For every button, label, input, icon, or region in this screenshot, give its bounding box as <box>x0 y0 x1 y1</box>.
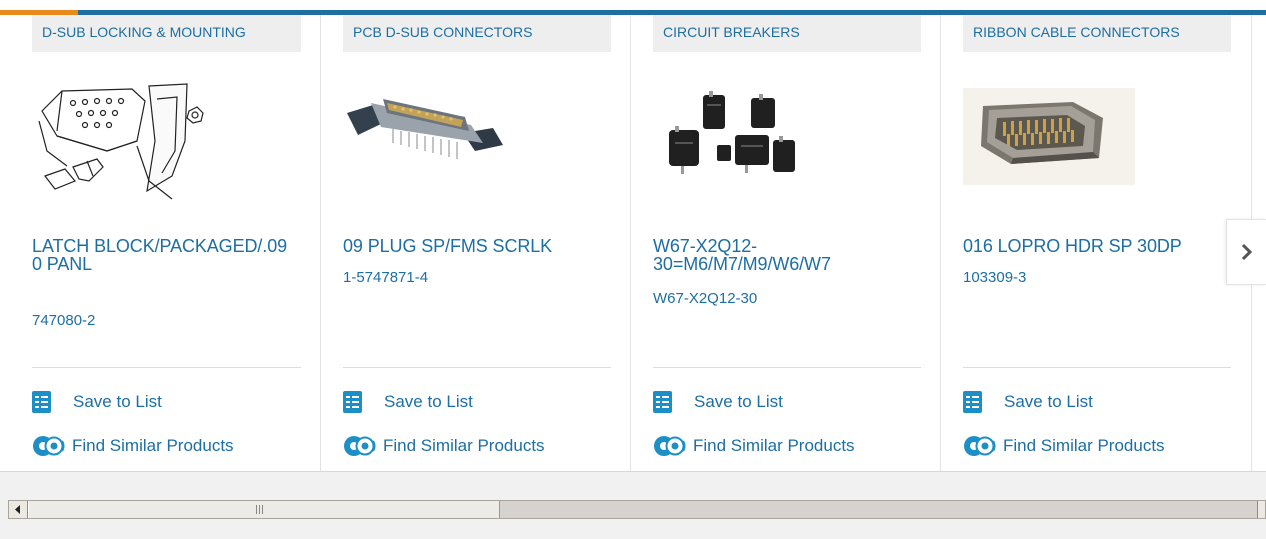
divider-line <box>653 367 921 368</box>
save-to-list-label: Save to List <box>694 392 783 411</box>
scrollbar-grip <box>256 505 263 514</box>
find-similar-icon <box>33 436 65 456</box>
carousel-next-button[interactable] <box>1226 219 1266 285</box>
category-link[interactable]: PCB D-SUB CONNECTORS <box>343 15 611 52</box>
save-to-list-button[interactable]: Save to List <box>653 391 783 413</box>
product-card: RIBBON CABLE CONNECTORS 016 LOPRO HDR SP… <box>941 15 1252 471</box>
product-card: D-SUB LOCKING & MOUNTING LATCH BLOCK/PAC… <box>10 15 321 471</box>
checklist-icon <box>343 391 362 413</box>
category-link[interactable]: RIBBON CABLE CONNECTORS <box>963 15 1231 52</box>
find-similar-button[interactable]: Find Similar Products <box>963 435 1165 457</box>
part-number[interactable]: 1-5747871-4 <box>343 269 428 286</box>
divider-line <box>343 367 611 368</box>
product-image[interactable] <box>37 81 207 203</box>
find-similar-button[interactable]: Find Similar Products <box>653 435 855 457</box>
save-to-list-button[interactable]: Save to List <box>32 391 162 413</box>
find-similar-label: Find Similar Products <box>72 436 234 455</box>
product-image[interactable] <box>661 90 806 190</box>
product-title[interactable]: LATCH BLOCK/PACKAGED/.09 0 PANL <box>32 237 297 273</box>
checklist-icon <box>963 391 982 413</box>
product-title[interactable]: 016 LOPRO HDR SP 30DP <box>963 237 1228 255</box>
scroll-area <box>0 471 1266 539</box>
save-to-list-label: Save to List <box>384 392 473 411</box>
chevron-right-icon <box>1241 243 1252 261</box>
find-similar-icon <box>964 436 996 456</box>
save-to-list-label: Save to List <box>73 392 162 411</box>
product-cards: D-SUB LOCKING & MOUNTING LATCH BLOCK/PAC… <box>0 15 1266 471</box>
find-similar-icon <box>654 436 686 456</box>
product-image[interactable] <box>343 93 508 165</box>
find-similar-icon <box>344 436 376 456</box>
save-to-list-button[interactable]: Save to List <box>963 391 1093 413</box>
product-carousel-page: D-SUB LOCKING & MOUNTING LATCH BLOCK/PAC… <box>0 0 1266 539</box>
scroll-right-arrow-icon[interactable] <box>1257 501 1265 518</box>
part-number[interactable]: 103309-3 <box>963 269 1026 286</box>
category-link[interactable]: D-SUB LOCKING & MOUNTING <box>32 15 301 52</box>
part-number[interactable]: 747080-2 <box>32 312 95 329</box>
scroll-left-arrow-icon[interactable] <box>9 501 28 518</box>
save-to-list-button[interactable]: Save to List <box>343 391 473 413</box>
find-similar-label: Find Similar Products <box>1003 436 1165 455</box>
product-image[interactable] <box>963 88 1135 185</box>
part-number[interactable]: W67-X2Q12-30 <box>653 290 757 307</box>
find-similar-label: Find Similar Products <box>693 436 855 455</box>
find-similar-button[interactable]: Find Similar Products <box>343 435 545 457</box>
find-similar-button[interactable]: Find Similar Products <box>32 435 234 457</box>
find-similar-label: Find Similar Products <box>383 436 545 455</box>
product-card: PCB D-SUB CONNECTORS 09 PLUG SP/FMS SCRL… <box>321 15 631 471</box>
category-link[interactable]: CIRCUIT BREAKERS <box>653 15 921 52</box>
horizontal-scrollbar[interactable] <box>8 500 1266 519</box>
divider-line <box>32 367 301 368</box>
scrollbar-thumb[interactable] <box>28 501 500 518</box>
product-title[interactable]: W67-X2Q12-30=M6/M7/M9/W6/W7 <box>653 237 918 273</box>
product-card: CIRCUIT BREAKERS W67-X2Q12-30=M6/M7/M9/W… <box>631 15 941 471</box>
checklist-icon <box>653 391 672 413</box>
checklist-icon <box>32 391 51 413</box>
divider-line <box>963 367 1231 368</box>
product-title[interactable]: 09 PLUG SP/FMS SCRLK <box>343 237 608 255</box>
save-to-list-label: Save to List <box>1004 392 1093 411</box>
